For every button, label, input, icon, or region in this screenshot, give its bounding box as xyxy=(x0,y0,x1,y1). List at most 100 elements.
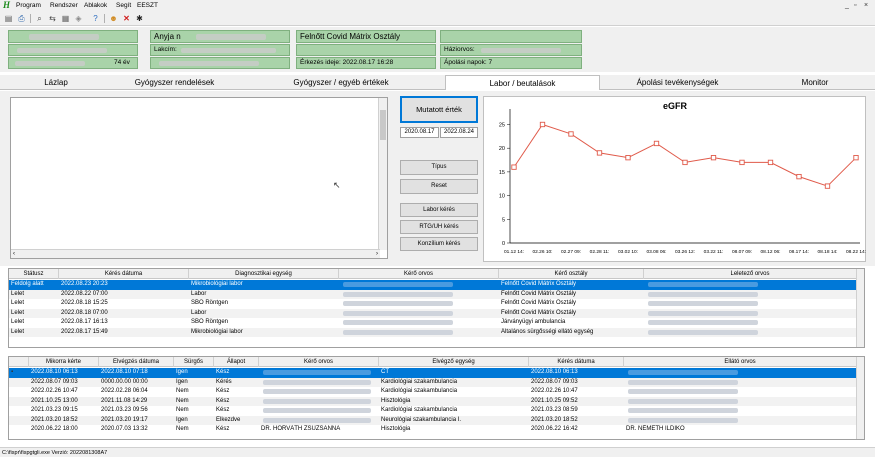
table-row[interactable]: 2021.10.25 13:00 2021.11.08 14:29 Nem Kész H… xyxy=(9,396,856,406)
type-button[interactable]: Típus xyxy=(400,160,478,175)
link-icon[interactable]: ⇆ xyxy=(47,13,58,24)
redacted-cell xyxy=(263,408,371,413)
table-row[interactable]: ▪ 2022.08.10 06:13 2022.08.10 07:18 Igen Kés… xyxy=(9,368,856,378)
tab-labor-beutalasok[interactable]: Labor / beutalások xyxy=(445,75,600,90)
lab-values-list[interactable]: ‹ › ↖ xyxy=(10,97,388,259)
scroll-right-icon[interactable]: › xyxy=(376,250,378,259)
minimize-button[interactable]: _ xyxy=(845,1,849,10)
table-row[interactable]: Lelet 2022.08.22 07:00 Labor Felnőtt Covid … xyxy=(9,289,856,299)
column-header[interactable]: Kérés dátuma xyxy=(59,269,189,279)
referrals-table-header: Mikorra kérte Elvégzés dátuma Sürgős Állapo… xyxy=(9,357,857,367)
tag-icon[interactable]: ◈ xyxy=(73,13,84,24)
menu-eeszt[interactable]: EESZT xyxy=(137,1,158,10)
tab-lazlap[interactable]: Lázlap xyxy=(0,75,112,90)
column-header[interactable]: Státusz xyxy=(9,269,59,279)
table-row[interactable]: 2021.03.23 09:15 2021.03.23 09:56 Nem Kész K… xyxy=(9,406,856,416)
column-header[interactable]: Kérés dátuma xyxy=(529,357,624,367)
table-row[interactable]: 2022.08.07 09:03 0000.00.00 00:00 Igen Kéré… xyxy=(9,377,856,387)
help-icon[interactable]: ? xyxy=(90,13,101,24)
referrals-table-scrollbar[interactable] xyxy=(856,357,864,439)
users-icon[interactable]: ☻ xyxy=(108,13,119,24)
table-cell: Felnőtt Covid Mátrix Osztály xyxy=(501,309,577,316)
patient-age: 74 év xyxy=(114,59,130,66)
menu-program[interactable]: Program xyxy=(16,1,41,10)
column-header[interactable]: Elvégző egység xyxy=(379,357,529,367)
redacted-address xyxy=(181,48,276,53)
table-cell xyxy=(626,416,856,426)
care-days: Ápolási napok: 7 xyxy=(444,59,493,66)
menu-segit[interactable]: Segít xyxy=(116,1,131,10)
list-vertical-scrollbar[interactable] xyxy=(378,98,387,250)
redacted-cell xyxy=(263,370,371,375)
delete-icon[interactable]: ✕ xyxy=(121,13,132,24)
table-row[interactable]: Lelet 2022.08.17 15:49 Mikrobiológiai labo… xyxy=(9,327,856,337)
redacted-cell xyxy=(628,389,738,394)
menu-ablakok[interactable]: Ablakok xyxy=(84,1,107,10)
column-header[interactable]: Sürgős xyxy=(174,357,214,367)
date-from-input[interactable]: 2020.08.17 xyxy=(400,127,439,138)
scroll-thumb[interactable] xyxy=(380,110,386,140)
column-header[interactable]: Kérő orvos xyxy=(339,269,499,279)
column-header[interactable]: Kérő orvos xyxy=(259,357,379,367)
new-icon[interactable]: ▤ xyxy=(3,13,14,24)
column-header[interactable]: Diagnosztikai egység xyxy=(189,269,339,279)
table-cell: 2021.03.20 18:52 xyxy=(531,416,578,423)
column-header[interactable]: Ellátó orvos xyxy=(624,357,857,367)
column-header[interactable]: Leletező orvos xyxy=(644,269,857,279)
table-cell: Elkezdve xyxy=(216,416,241,423)
address-field: Lakcím: xyxy=(150,44,290,56)
table-cell: 2021.11.08 14:29 xyxy=(101,397,148,404)
tab-monitor[interactable]: Monitor xyxy=(755,75,875,90)
table-cell: Kész xyxy=(216,388,230,394)
reset-button[interactable]: Reset xyxy=(400,179,478,194)
shown-value-button[interactable]: Mutatott érték xyxy=(400,96,478,123)
column-header[interactable]: Kérő osztály xyxy=(499,269,644,279)
requests-table-scrollbar[interactable] xyxy=(856,269,864,347)
address-line-field xyxy=(150,57,290,69)
patient-header: 74 év Anyja n Lakcím: Felnőtt Covid Mátr… xyxy=(0,27,875,72)
menu-bar: H Program Rendszer Ablakok Segít EESZT _… xyxy=(0,0,875,11)
column-header[interactable]: Mikorra kérte xyxy=(29,357,99,367)
redacted-cell xyxy=(343,310,453,316)
table-row[interactable]: 2022.02.26 10:47 2022.02.28 06:04 Nem Kész K… xyxy=(9,387,856,397)
maximize-button[interactable]: ▫ xyxy=(854,1,856,10)
toolbar-separator xyxy=(30,14,31,23)
y-tick-label: 0 xyxy=(502,241,505,247)
menu-rendszer[interactable]: Rendszer xyxy=(50,1,78,10)
table-row[interactable]: Feldolg alatt 2022.08.23 20:23 Mikrobiológ… xyxy=(9,280,856,290)
table-row[interactable]: Lelet 2022.08.18 15:25 SBO Röntgen Felnőtt … xyxy=(9,299,856,309)
exit-icon[interactable]: ✱ xyxy=(134,13,145,24)
table-cell: 2022.08.17 15:49 xyxy=(61,328,108,335)
table-cell: DR. HORVÁTH ZSUZSANNA xyxy=(261,426,341,432)
redacted-gp xyxy=(481,48,561,53)
scroll-left-icon[interactable]: ‹ xyxy=(13,250,15,259)
table-row[interactable]: 2021.03.20 18:52 2021.03.20 19:17 Igen Elke… xyxy=(9,415,856,426)
table-cell: Hisztológia xyxy=(381,397,411,404)
table-row[interactable]: Lelet 2022.08.17 16:13 SBO Röntgen Járványü… xyxy=(9,318,856,328)
rtg-request-button[interactable]: RTG/UH kérés xyxy=(400,220,478,234)
document-icon[interactable]: ▦ xyxy=(60,13,71,24)
redacted-cell xyxy=(648,301,758,306)
ward-extra-field xyxy=(296,44,436,56)
column-header[interactable]: Elvégzés dátuma xyxy=(99,357,174,367)
table-row[interactable]: 2020.06.22 18:00 2020.07.03 13:32 Nem Kész D… xyxy=(9,425,856,435)
tab-gyogyszer-rendelesek[interactable]: Gyógyszer rendelések xyxy=(112,75,237,90)
tab-gyogyszer-egyeb[interactable]: Gyógyszer / egyéb értékek xyxy=(237,75,445,90)
tab-apolasi[interactable]: Ápolási tevékenységek xyxy=(600,75,755,90)
consult-request-button[interactable]: Konzílium kérés xyxy=(400,237,478,251)
close-window-button[interactable]: × xyxy=(864,1,868,10)
x-tick-label: 02.27 09: xyxy=(561,249,581,255)
redacted-cell xyxy=(343,301,453,306)
lab-request-button[interactable]: Labor kérés xyxy=(400,203,478,217)
table-row[interactable]: Lelet 2022.08.18 07:00 Labor Felnőtt Covid … xyxy=(9,308,856,318)
print-icon[interactable]: ⎙ xyxy=(16,13,27,24)
list-horizontal-scrollbar[interactable]: ‹ › xyxy=(11,249,380,258)
date-to-input[interactable]: 2022.08.24 xyxy=(440,127,478,138)
table-cell: 2022.08.22 07:00 xyxy=(61,290,108,297)
search-icon[interactable]: ⌕ xyxy=(34,13,45,24)
column-header[interactable] xyxy=(9,357,29,367)
column-header[interactable]: Állapot xyxy=(214,357,259,367)
table-cell: Lelet xyxy=(11,319,25,325)
table-cell xyxy=(11,387,28,397)
egfr-data-point xyxy=(568,131,574,137)
